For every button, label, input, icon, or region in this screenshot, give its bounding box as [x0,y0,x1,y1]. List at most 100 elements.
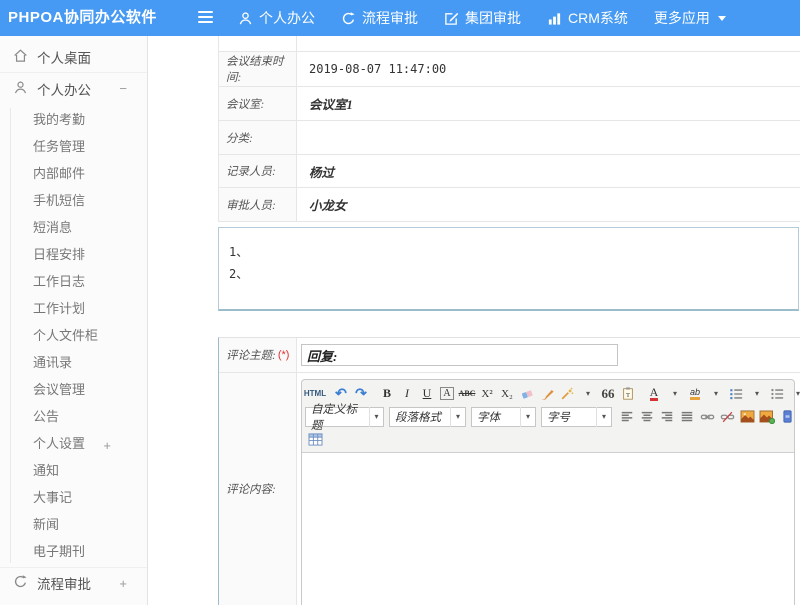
superscript-icon[interactable]: X² [477,384,497,403]
table-row-category: 分类: [219,121,800,155]
meeting-room-value: 会议室1 [297,87,800,120]
insert-media-icon[interactable] [777,407,797,426]
ordered-list-icon[interactable] [726,384,746,403]
align-right-icon[interactable] [657,407,677,426]
sidebar-item-workflow-approval[interactable]: 流程审批 + [0,567,147,598]
app-brand: PHPOA协同办公软件 [8,0,157,36]
toolbar-row-1: HTML ↶ ↷ B I U A ABC X² X₂ [305,382,791,405]
sidebar-item-my-attendance[interactable]: 我的考勤 [0,106,147,133]
italic-icon[interactable]: I [397,384,417,403]
sidebar-item-notice[interactable]: 通知 [0,457,147,484]
subscript-icon[interactable]: X₂ [497,384,517,403]
minutes-line: 2、 [229,263,798,285]
eraser-icon[interactable] [517,384,537,403]
sidebar-item-schedule[interactable]: 日程安排 [0,241,147,268]
insert-link-icon[interactable] [697,407,717,426]
phpoa-app: PHPOA协同办公软件 个人办公 流程审批 集团审批 CRM系统 更多应用 [0,0,800,605]
personal-office-submenu: 我的考勤 任务管理 内部邮件 手机短信 短消息 日程安排 工作日志 工作计划 个… [0,104,147,567]
nav-label: 流程审批 [362,8,418,28]
underline-icon[interactable]: U [417,384,437,403]
align-left-icon[interactable] [617,407,637,426]
row-label: 审批人员: [219,188,297,221]
nav-label: 个人办公 [259,8,315,28]
user-icon [13,80,28,98]
nav-group-approval[interactable]: 集团审批 [444,8,521,28]
paragraph-format-dropdown[interactable]: 段落格式 ▾ [389,407,466,427]
comment-subject-input[interactable] [301,344,618,366]
dropdown-caret-icon: ▾ [520,407,535,427]
align-center-icon[interactable] [637,407,657,426]
network-image-icon[interactable] [757,407,777,426]
ordered-list-caret-icon[interactable]: ▾ [747,384,767,403]
sidebar-item-mobile-sms[interactable]: 手机短信 [0,187,147,214]
meeting-minutes-box[interactable]: 1、 2、 [218,227,799,311]
table-row-approver: 审批人员: 小龙女 [219,188,800,222]
workflow-history-icon [13,574,28,592]
table-row-end-time: 会议结束时间: 2019-08-07 11:47:00 [219,52,800,87]
dropdown-caret-icon: ▾ [369,407,383,427]
remove-link-icon[interactable] [717,407,737,426]
unordered-list-icon[interactable] [767,384,787,403]
hamburger-menu-icon[interactable] [198,11,213,24]
nav-workflow-approval[interactable]: 流程审批 [341,8,418,28]
sidebar-item-personal-desktop[interactable]: 个人桌面 [0,42,147,73]
sidebar-item-label: 流程审批 [37,573,91,593]
expand-plus-icon[interactable]: + [119,568,127,599]
sidebar-item-label: 个人桌面 [37,47,91,67]
top-navigation: 个人办公 流程审批 集团审批 CRM系统 更多应用 [238,0,726,36]
workflow-history-icon [341,11,356,26]
sidebar-item-work-plan[interactable]: 工作计划 [0,295,147,322]
sidebar-item-personal-files[interactable]: 个人文件柜 [0,322,147,349]
font-family-dropdown[interactable]: 字体 ▾ [471,407,536,427]
nav-label: 更多应用 [654,8,710,28]
collapse-minus-icon[interactable]: − [119,73,127,104]
sidebar: 个人桌面 个人办公 − 我的考勤 任务管理 内部邮件 手机短信 短消息 日程安排… [0,36,148,605]
heading-style-dropdown[interactable]: 自定义标题 ▾ [305,407,384,427]
sidebar-item-personal-settings[interactable]: 个人设置 + [0,430,147,457]
sidebar-item-e-journal[interactable]: 电子期刊 [0,538,147,565]
sidebar-item-personal-office[interactable]: 个人办公 − [0,73,147,104]
unordered-list-caret-icon[interactable]: ▾ [788,384,800,403]
row-label: 分类: [219,121,297,154]
bold-icon[interactable]: B [377,384,397,403]
sidebar-item-label: 个人设置 [33,436,85,451]
sidebar-item-news[interactable]: 新闻 [0,511,147,538]
sidebar-item-major-events[interactable]: 大事记 [0,484,147,511]
dropdown-caret-icon: ▾ [450,407,465,427]
sidebar-item-work-log[interactable]: 工作日志 [0,268,147,295]
required-mark: (*) [278,349,290,361]
row-label: 会议室: [219,87,297,120]
insert-table-icon[interactable] [305,430,325,449]
font-color-icon[interactable]: A [644,384,664,403]
font-color-caret-icon[interactable]: ▾ [665,384,685,403]
sidebar-item-internal-mail[interactable]: 内部邮件 [0,160,147,187]
sidebar-item-label: 个人办公 [37,79,91,99]
highlight-caret-icon[interactable]: ▾ [706,384,726,403]
paste-as-text-icon[interactable]: T [618,384,638,403]
blockquote-icon[interactable]: 66 [598,384,618,403]
insert-image-icon[interactable] [737,407,757,426]
toolbar-row-3 [305,428,791,451]
magic-wand-icon[interactable] [557,384,577,403]
sidebar-item-contacts[interactable]: 通讯录 [0,349,147,376]
wand-dropdown-caret-icon[interactable]: ▾ [578,384,598,403]
meeting-end-time-value: 2019-08-07 11:47:00 [297,52,800,86]
font-size-dropdown[interactable]: 字号 ▾ [541,407,612,427]
sidebar-item-task-management[interactable]: 任务管理 [0,133,147,160]
sidebar-item-announcement[interactable]: 公告 [0,403,147,430]
format-brush-icon[interactable] [537,384,557,403]
align-justify-icon[interactable] [677,407,697,426]
nav-label: 集团审批 [465,8,521,28]
table-row-partial [219,36,800,52]
sidebar-item-short-message[interactable]: 短消息 [0,214,147,241]
editor-toolbar: HTML ↶ ↷ B I U A ABC X² X₂ [302,380,794,452]
comment-content-label: 评论内容: [226,481,276,497]
border-text-icon[interactable]: A [437,384,457,403]
strikethrough-icon[interactable]: ABC [457,384,477,403]
nav-crm-system[interactable]: CRM系统 [547,8,628,28]
editor-content-area[interactable] [302,452,794,605]
highlight-color-icon[interactable]: ab [685,384,705,403]
nav-personal-office[interactable]: 个人办公 [238,8,315,28]
sidebar-item-meeting-management[interactable]: 会议管理 [0,376,147,403]
nav-more-apps[interactable]: 更多应用 [654,8,726,28]
